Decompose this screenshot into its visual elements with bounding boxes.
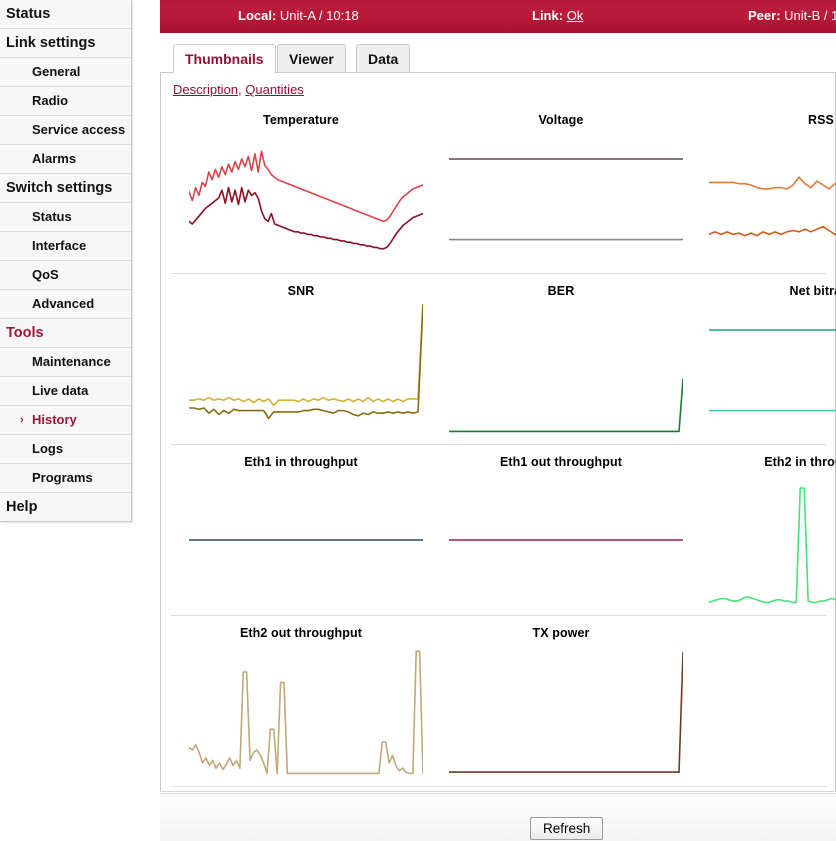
sidebar-item-label: Advanced	[32, 296, 95, 311]
thumbnail-chart-voltage[interactable]: Voltage	[431, 103, 691, 273]
status-peer-label: Peer:	[748, 8, 781, 23]
sidebar-heading-label: Switch settings	[6, 180, 113, 196]
thumbnail-chart-plot	[709, 475, 836, 605]
tab-thumbnails[interactable]: Thumbnails	[173, 44, 276, 73]
thumbnail-chart-title: SNR	[287, 284, 315, 298]
refresh-button[interactable]: Refresh	[530, 817, 604, 840]
thumbnail-chart-title: Eth2 in throughput	[764, 455, 836, 469]
thumbnail-chart-plot	[709, 304, 836, 434]
status-local-label: Local:	[238, 8, 277, 23]
status-peer: Peer: Unit-B / 10:18	[748, 8, 836, 23]
status-bar: Local: Unit-A / 10:18 Link: Ok Peer: Uni…	[160, 0, 836, 33]
thumbnail-chart-plot	[449, 304, 683, 434]
sidebar-item-radio[interactable]: Radio	[0, 87, 131, 116]
thumbnail-chart-title: RSS	[807, 113, 834, 127]
sidebar-heading-help: Help	[0, 493, 131, 521]
sidebar-item-label: Radio	[32, 93, 69, 108]
sidebar-item-programs[interactable]: Programs	[0, 464, 131, 493]
thumbnail-chart-title: BER	[547, 284, 575, 298]
tab-viewer[interactable]: Viewer	[277, 44, 346, 73]
thumbnail-chart-plot	[449, 133, 683, 263]
sidebar-heading-label: Link settings	[6, 35, 96, 51]
status-local: Local: Unit-A / 10:18	[238, 8, 359, 23]
sidebar-heading-label: Help	[6, 499, 38, 515]
sidebar-heading-switch-settings: Switch settings	[0, 174, 131, 203]
thumbnail-chart-title: TX power	[532, 626, 590, 640]
thumbnail-chart-title: Eth1 in throughput	[244, 455, 358, 469]
thumbnail-cell-empty	[691, 616, 836, 786]
thumbnail-row: Temperature Voltage RSS	[171, 103, 827, 274]
thumbnail-chart-eth1-in-throughput[interactable]: Eth1 in throughput	[171, 445, 431, 615]
sidebar-item-interface[interactable]: Interface	[0, 232, 131, 261]
footer-divider	[160, 791, 836, 792]
sidebar-item-label: Live data	[32, 383, 89, 398]
thumbnail-grid: Temperature Voltage RSS SNR BER Net bitrate Et…	[171, 103, 836, 787]
thumbnail-chart-ber[interactable]: BER	[431, 274, 691, 444]
sidebar-item-label: Alarms	[32, 151, 77, 166]
thumbnail-chart-net-bitrate[interactable]: Net bitrate	[691, 274, 836, 444]
sidebar-item-live-data[interactable]: Live data	[0, 377, 131, 406]
content-panel: Description, Quantities Temperature Volta…	[160, 72, 836, 792]
sidebar-item-alarms[interactable]: Alarms	[0, 145, 131, 174]
status-link-value-link[interactable]: Ok	[567, 8, 584, 23]
thumbnail-chart-title: Net bitrate	[789, 284, 836, 298]
thumbnail-chart-plot	[449, 646, 683, 776]
thumbnail-row: SNR BER Net bitrate	[171, 274, 836, 445]
tab-bar: Thumbnails Viewer Data	[160, 44, 836, 74]
sidebar-item-history[interactable]: › History	[0, 406, 131, 435]
thumbnail-chart-plot	[189, 475, 423, 605]
thumbnail-chart-title: Eth2 out throughput	[239, 626, 362, 640]
thumbnail-chart-title: Temperature	[263, 113, 339, 127]
status-local-value: Unit-A / 10:18	[279, 8, 359, 23]
sidebar-item-qos[interactable]: QoS	[0, 261, 131, 290]
thumbnail-row: Eth1 in throughput Eth1 out throughput Eth…	[171, 445, 836, 616]
sidebar-heading-label: Tools	[6, 325, 44, 341]
sidebar-item-label: Interface	[32, 238, 87, 253]
sidebar-item-label: Logs	[32, 441, 64, 456]
thumbnail-chart-rss[interactable]: RSS	[691, 103, 836, 273]
sidebar-item-label: Service access	[32, 122, 126, 137]
thumbnail-chart-snr[interactable]: SNR	[171, 274, 431, 444]
thumbnail-chart-plot	[189, 133, 423, 263]
footer-bar: Refresh	[160, 793, 836, 841]
description-link[interactable]: Description	[173, 82, 238, 97]
status-link-label: Link:	[532, 8, 564, 23]
sidebar-item-label: Status	[32, 209, 72, 224]
thumbnail-chart-tx-power[interactable]: TX power	[431, 616, 691, 786]
sidebar-item-status[interactable]: Status	[0, 203, 131, 232]
thumbnail-chart-eth1-out-throughput[interactable]: Eth1 out throughput	[431, 445, 691, 615]
sidebar-navigation: Status Link settings General Radio Service a…	[0, 0, 132, 522]
thumbnail-row: Eth2 out throughput TX power	[171, 616, 827, 787]
thumbnail-chart-title: Eth1 out throughput	[499, 455, 622, 469]
sidebar-heading-label: Status	[6, 6, 51, 22]
sidebar-item-label: History	[32, 412, 77, 427]
thumbnail-chart-temperature[interactable]: Temperature	[171, 103, 431, 273]
quantities-link[interactable]: Quantities	[245, 82, 304, 97]
sidebar-item-label: Maintenance	[32, 354, 111, 369]
thumbnail-chart-plot	[189, 304, 423, 434]
sidebar-heading-tools: Tools	[0, 319, 131, 348]
thumbnail-chart-plot	[189, 646, 423, 776]
sidebar-item-label: Programs	[32, 470, 93, 485]
thumbnail-chart-title: Voltage	[538, 113, 584, 127]
sidebar-item-service-access[interactable]: Service access	[0, 116, 131, 145]
thumbnail-chart-plot	[709, 133, 836, 263]
thumbnail-chart-plot	[449, 475, 683, 605]
history-thumbnails-page: Status Link settings General Radio Service a…	[0, 0, 836, 841]
thumbnail-chart-eth2-out-throughput[interactable]: Eth2 out throughput	[171, 616, 431, 786]
status-link: Link: Ok	[532, 8, 583, 23]
status-peer-value: Unit-B / 10:18	[784, 8, 836, 23]
sidebar-item-maintenance[interactable]: Maintenance	[0, 348, 131, 377]
panel-link-row: Description, Quantities	[173, 82, 304, 97]
sidebar-item-advanced[interactable]: Advanced	[0, 290, 131, 319]
sidebar-item-logs[interactable]: Logs	[0, 435, 131, 464]
sidebar-item-general[interactable]: General	[0, 58, 131, 87]
active-item-arrow-icon: ›	[20, 414, 24, 426]
thumbnail-chart-eth2-in-throughput[interactable]: Eth2 in throughput	[691, 445, 836, 615]
sidebar-item-label: General	[32, 64, 81, 79]
sidebar-heading-link-settings: Link settings	[0, 29, 131, 58]
tab-data[interactable]: Data	[356, 44, 411, 73]
sidebar-item-label: QoS	[32, 267, 59, 282]
sidebar-heading-status: Status	[0, 0, 131, 29]
